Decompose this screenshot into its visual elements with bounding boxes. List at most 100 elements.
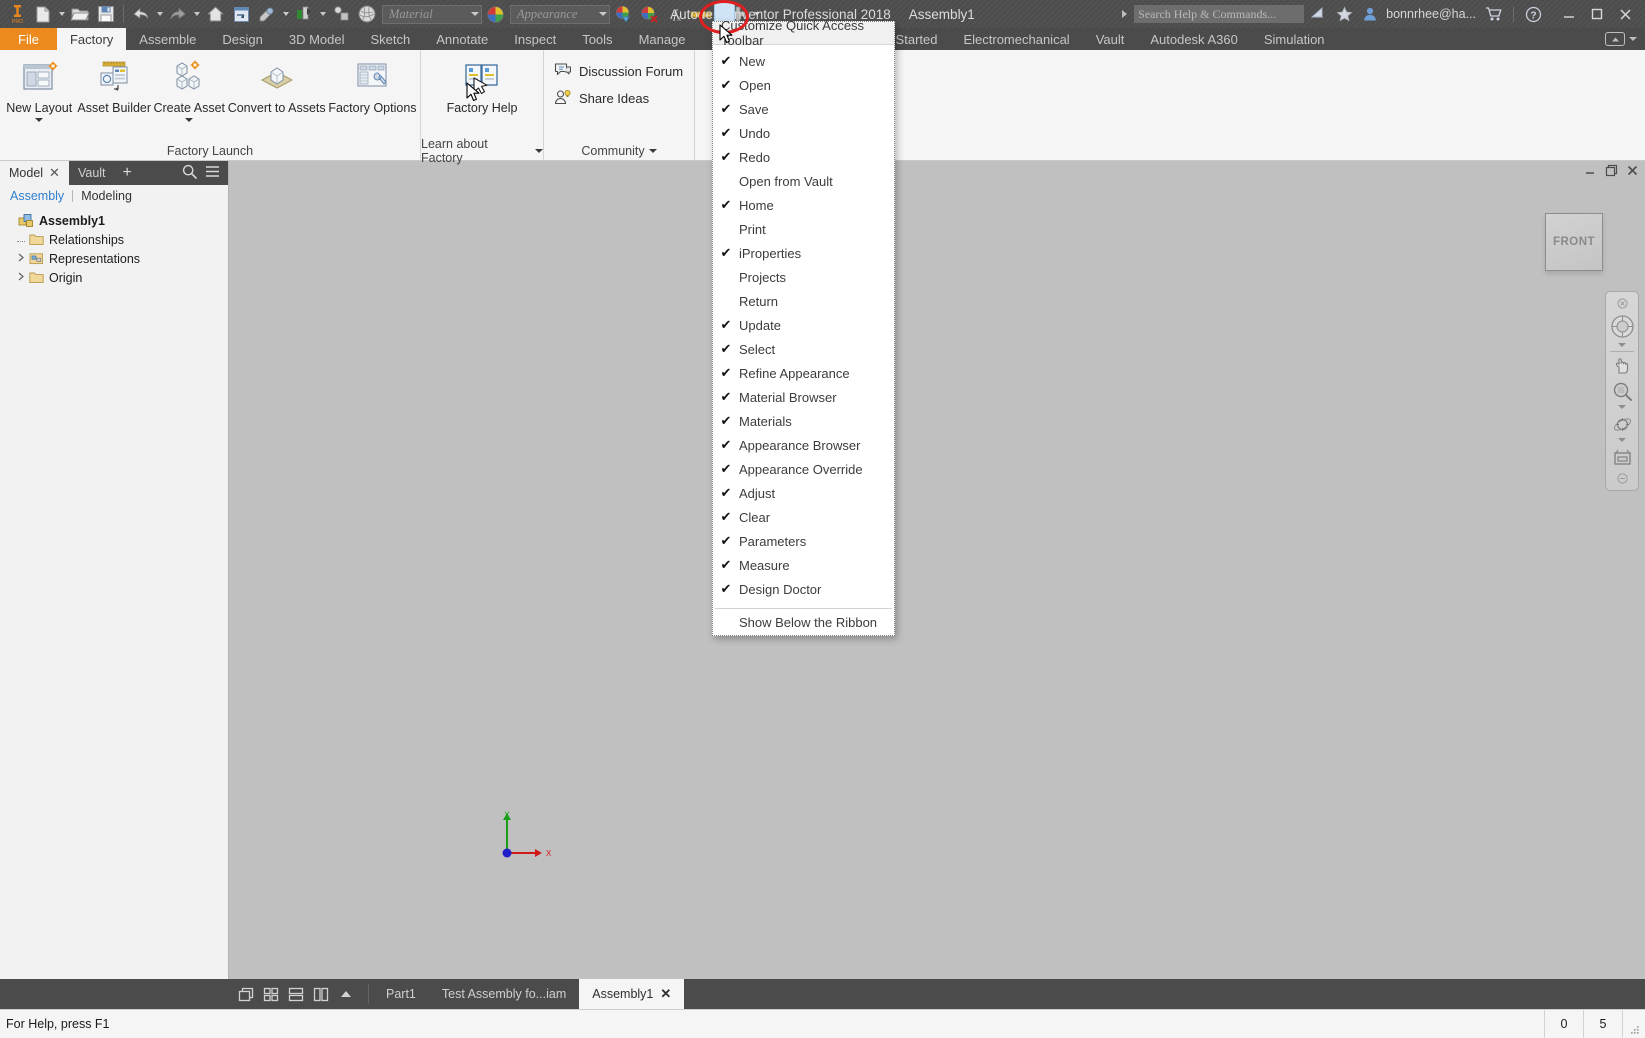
orbit-icon[interactable] <box>1608 412 1636 436</box>
steering-wheel-dropdown-caret[interactable] <box>1618 343 1626 347</box>
pan-icon[interactable] <box>1608 354 1636 378</box>
qat-menu-item-appearance-override[interactable]: ✔ Appearance Override <box>713 457 894 481</box>
browser-subtab-assembly[interactable]: Assembly <box>10 189 64 203</box>
qat-menu-item-appearance-browser[interactable]: ✔ Appearance Browser <box>713 433 894 457</box>
tree-node-relationships[interactable]: Relationships <box>2 230 228 249</box>
save-icon[interactable] <box>93 2 119 26</box>
orbit-dropdown-caret[interactable] <box>1618 438 1626 442</box>
search-icon[interactable] <box>182 164 197 182</box>
qat-menu-item-refine-appearance[interactable]: ✔ Refine Appearance <box>713 361 894 385</box>
tree-node-origin[interactable]: Origin <box>2 268 228 287</box>
cascade-windows-icon[interactable] <box>234 987 258 1002</box>
zoom-icon[interactable] <box>1608 379 1636 403</box>
search-expand-caret-icon[interactable] <box>1122 10 1128 18</box>
qat-menu-item-open-from-vault[interactable]: Open from Vault <box>713 169 894 193</box>
panel-title-community[interactable]: Community <box>544 142 694 160</box>
favorites-star-icon[interactable] <box>1332 3 1356 25</box>
new-file-dropdown-caret[interactable] <box>56 2 67 26</box>
factory-help-button[interactable]: Factory Help <box>442 54 522 118</box>
qat-menu-item-design-doctor[interactable]: ✔ Design Doctor <box>713 577 894 601</box>
ribbon-tab-file[interactable]: File <box>0 28 57 50</box>
sign-in-status-icon[interactable] <box>1306 3 1330 25</box>
minimize-window-button[interactable] <box>1555 2 1583 26</box>
document-tab-assembly1[interactable]: Assembly1 ✕ <box>579 979 685 1009</box>
qat-menu-item-home[interactable]: ✔ Home <box>713 193 894 217</box>
new-layout-dropdown-caret[interactable] <box>35 118 44 122</box>
undo-dropdown-caret[interactable] <box>154 2 165 26</box>
ribbon-tab-simulation[interactable]: Simulation <box>1251 28 1338 50</box>
select-icon[interactable] <box>328 2 354 26</box>
qat-menu-item-redo[interactable]: ✔ Redo <box>713 145 894 169</box>
qat-menu-item-select[interactable]: ✔ Select <box>713 337 894 361</box>
share-ideas-button[interactable]: Share Ideas <box>546 85 657 112</box>
open-file-icon[interactable] <box>67 2 93 26</box>
appearance-combo[interactable]: Appearance <box>510 4 610 24</box>
asset-builder-button[interactable]: Asset Builder <box>76 54 152 118</box>
qat-menu-item-undo[interactable]: ✔ Undo <box>713 121 894 145</box>
new-file-icon[interactable] <box>30 2 56 26</box>
create-asset-button[interactable]: Create Asset <box>152 54 226 125</box>
qat-menu-item-open[interactable]: ✔ Open <box>713 73 894 97</box>
ribbon-options-caret-icon[interactable] <box>1629 37 1637 41</box>
ribbon-tab-design[interactable]: Design <box>209 28 275 50</box>
expand-chevron-icon[interactable] <box>14 253 27 265</box>
material-browser-icon[interactable] <box>354 2 380 26</box>
ribbon-tab-inspect[interactable]: Inspect <box>501 28 569 50</box>
appearance-browser-icon[interactable] <box>482 2 508 26</box>
measure-icon[interactable] <box>688 2 714 26</box>
user-account-label[interactable]: bonnrhee@ha... <box>1384 7 1478 21</box>
panel-title-learn-about-factory[interactable]: Learn about Factory <box>421 137 543 165</box>
update-icon[interactable] <box>291 2 317 26</box>
adjust-icon[interactable] <box>610 2 636 26</box>
qat-menu-item-update[interactable]: ✔ Update <box>713 313 894 337</box>
expand-chevron-icon[interactable] <box>14 272 27 284</box>
cart-icon[interactable] <box>1482 3 1506 25</box>
navbar-close-icon[interactable] <box>1608 296 1636 310</box>
browser-tab-vault[interactable]: Vault <box>69 161 115 185</box>
ribbon-tab-electromechanical[interactable]: Electromechanical <box>950 28 1082 50</box>
ribbon-tab-factory[interactable]: Factory <box>56 28 127 50</box>
discussion-forum-button[interactable]: Discussion Forum <box>546 58 691 85</box>
qat-menu-item-return[interactable]: Return <box>713 289 894 313</box>
navbar-customize-icon[interactable] <box>1608 470 1636 486</box>
refine-appearance-dropdown-caret[interactable] <box>280 2 291 26</box>
qat-menu-item-materials[interactable]: ✔ Materials <box>713 409 894 433</box>
close-window-button[interactable] <box>1611 2 1639 26</box>
tile-windows-icon[interactable] <box>259 987 283 1002</box>
canvas-minimize-button[interactable] <box>1584 164 1597 180</box>
qat-menu-item-save[interactable]: ✔ Save <box>713 97 894 121</box>
maximize-window-button[interactable] <box>1583 2 1611 26</box>
refine-appearance-icon[interactable] <box>254 2 280 26</box>
undo-icon[interactable] <box>128 2 154 26</box>
ribbon-tab-autodesk-a360[interactable]: Autodesk A360 <box>1137 28 1250 50</box>
canvas-close-button[interactable] <box>1626 164 1639 180</box>
new-layout-button[interactable]: New Layout <box>2 54 76 125</box>
panel-dropdown-caret-icon[interactable] <box>535 149 543 153</box>
ribbon-tab-manage[interactable]: Manage <box>626 28 699 50</box>
create-asset-dropdown-caret[interactable] <box>185 118 194 122</box>
help-icon[interactable]: ? <box>1521 3 1545 25</box>
browser-subtab-modeling[interactable]: Modeling <box>81 189 132 203</box>
material-combo[interactable]: Material <box>382 4 482 24</box>
graphics-canvas[interactable]: FRONT Y X <box>229 161 1645 979</box>
browser-tab-close-icon[interactable]: ✕ <box>49 165 60 181</box>
parameters-icon[interactable]: f x <box>662 2 688 26</box>
panel-dropdown-caret-icon[interactable] <box>648 149 657 153</box>
qat-menu-item-measure[interactable]: ✔ Measure <box>713 553 894 577</box>
ribbon-tab-vault[interactable]: Vault <box>1083 28 1138 50</box>
home-icon[interactable] <box>202 2 228 26</box>
ribbon-minimize-icon[interactable] <box>1605 32 1625 46</box>
redo-icon[interactable] <box>165 2 191 26</box>
document-tab-test-assembly-fo-iam[interactable]: Test Assembly fo...iam <box>429 979 579 1009</box>
steering-wheel-icon[interactable] <box>1608 311 1636 341</box>
look-at-icon[interactable] <box>1608 445 1636 469</box>
qat-menu-item-parameters[interactable]: ✔ Parameters <box>713 529 894 553</box>
canvas-restore-button[interactable] <box>1605 164 1618 180</box>
document-tab-close-icon[interactable]: ✕ <box>660 986 671 1002</box>
tile-horizontal-icon[interactable] <box>284 987 308 1002</box>
qat-menu-item-new[interactable]: ✔ New <box>713 49 894 73</box>
convert-to-assets-button[interactable]: Convert to Assets <box>226 54 326 118</box>
qat-menu-item-material-browser[interactable]: ✔ Material Browser <box>713 385 894 409</box>
ribbon-tab-annotate[interactable]: Annotate <box>423 28 501 50</box>
zoom-dropdown-caret[interactable] <box>1618 405 1626 409</box>
